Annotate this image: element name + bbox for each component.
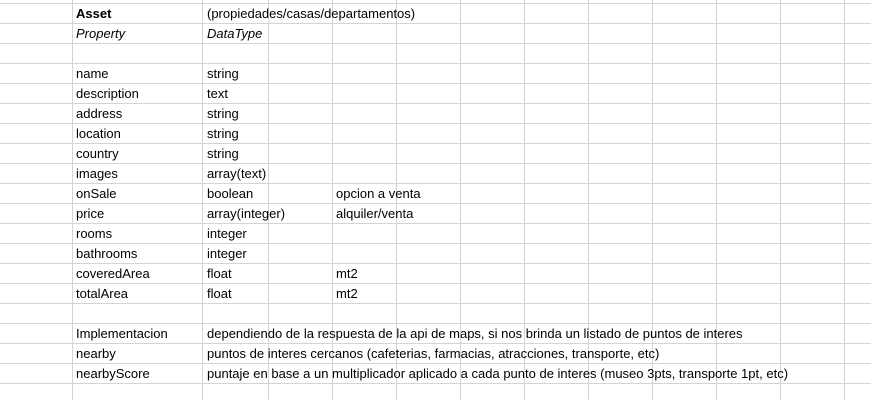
datatype-header-cell[interactable]: DataType — [207, 24, 262, 44]
note-cell[interactable]: opcion a venta — [336, 184, 421, 204]
spreadsheet: Asset (propiedades/casas/departamentos) … — [0, 0, 871, 400]
datatype-cell[interactable]: array(text) — [207, 164, 266, 184]
asset-label-cell[interactable]: Asset — [76, 4, 111, 24]
property-cell[interactable]: onSale — [76, 184, 116, 204]
note-label-cell[interactable]: nearbyScore — [76, 364, 150, 384]
note-cell[interactable]: mt2 — [336, 264, 358, 284]
note-cell[interactable]: mt2 — [336, 284, 358, 304]
datatype-cell[interactable]: integer — [207, 224, 247, 244]
note-text-cell[interactable]: dependiendo de la respuesta de la api de… — [207, 324, 743, 344]
property-cell[interactable]: images — [76, 164, 118, 184]
datatype-cell[interactable]: integer — [207, 244, 247, 264]
datatype-cell[interactable]: boolean — [207, 184, 253, 204]
property-cell[interactable]: totalArea — [76, 284, 128, 304]
datatype-cell[interactable]: float — [207, 264, 232, 284]
note-text-cell[interactable]: puntos de interes cercanos (cafeterias, … — [207, 344, 659, 364]
datatype-cell[interactable]: string — [207, 64, 239, 84]
property-cell[interactable]: coveredArea — [76, 264, 150, 284]
note-cell[interactable]: alquiler/venta — [336, 204, 413, 224]
property-cell[interactable]: country — [76, 144, 119, 164]
datatype-cell[interactable]: string — [207, 144, 239, 164]
property-cell[interactable]: name — [76, 64, 109, 84]
datatype-cell[interactable]: text — [207, 84, 228, 104]
property-cell[interactable]: address — [76, 104, 122, 124]
property-cell[interactable]: location — [76, 124, 121, 144]
property-header-cell[interactable]: Property — [76, 24, 125, 44]
note-label-cell[interactable]: nearby — [76, 344, 116, 364]
datatype-cell[interactable]: float — [207, 284, 232, 304]
datatype-cell[interactable]: array(integer) — [207, 204, 285, 224]
datatype-cell[interactable]: string — [207, 104, 239, 124]
note-text-cell[interactable]: puntaje en base a un multiplicador aplic… — [207, 364, 788, 384]
property-cell[interactable]: bathrooms — [76, 244, 137, 264]
note-label-cell[interactable]: Implementacion — [76, 324, 168, 344]
property-cell[interactable]: description — [76, 84, 139, 104]
asset-value-cell[interactable]: (propiedades/casas/departamentos) — [207, 4, 415, 24]
property-cell[interactable]: price — [76, 204, 104, 224]
datatype-cell[interactable]: string — [207, 124, 239, 144]
property-cell[interactable]: rooms — [76, 224, 112, 244]
